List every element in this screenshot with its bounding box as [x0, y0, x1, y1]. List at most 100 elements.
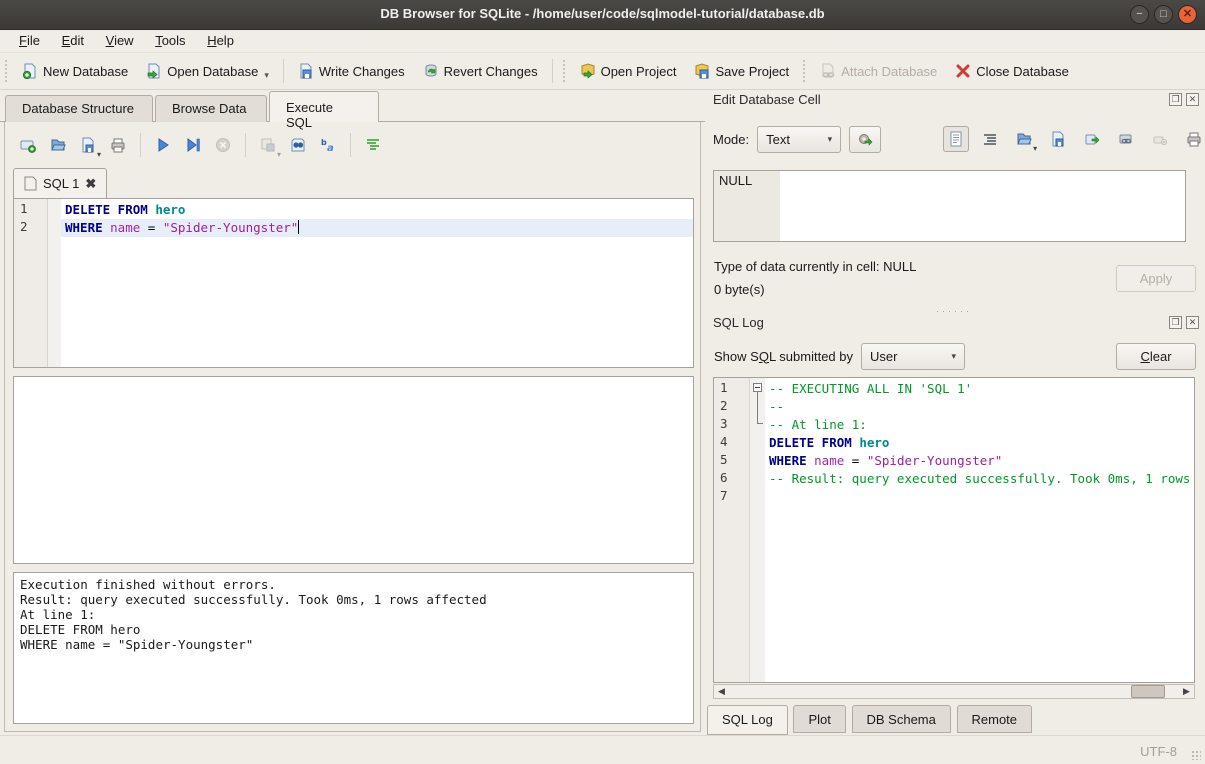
results-message-splitter[interactable]: ······ [13, 565, 694, 571]
close-icon[interactable]: ✕ [1186, 93, 1199, 106]
menu-help[interactable]: Help [198, 30, 243, 52]
toolbar-grip[interactable] [562, 59, 567, 83]
chevron-down-icon: ▾ [828, 134, 833, 145]
editor-code: DELETE FROM hero WHERE name = "Spider-Yo… [61, 199, 693, 367]
close-icon[interactable]: ✕ [1186, 316, 1199, 329]
tab-plot[interactable]: Plot [793, 705, 845, 733]
scroll-right-icon[interactable]: ▶ [1179, 685, 1194, 698]
cell-size-label: 0 byte(s) [714, 282, 765, 297]
main-tab-bar: Database Structure Browse Data Execute S… [0, 90, 705, 122]
menu-bar: File Edit View Tools Help [0, 30, 1205, 53]
save-project-icon [694, 63, 710, 79]
encoding-label: UTF-8 [1140, 744, 1177, 759]
new-sql-tab-button[interactable] [15, 132, 41, 158]
print-icon [1186, 131, 1202, 147]
tab-execute-sql[interactable]: Execute SQL [269, 91, 379, 122]
editor-line: DELETE FROM hero [61, 201, 693, 219]
menu-edit[interactable]: Edit [53, 30, 93, 52]
word-wrap-button[interactable] [360, 132, 386, 158]
close-sql-tab-icon[interactable]: ✖ [85, 176, 96, 192]
close-database-button[interactable]: Close Database [946, 58, 1078, 84]
float-icon[interactable]: ❐ [1169, 93, 1182, 106]
export-file-icon [1084, 131, 1100, 147]
cell-value-editor[interactable]: NULL [713, 170, 1186, 242]
dropdown-caret-icon: ▾ [97, 150, 101, 159]
save-project-button[interactable]: Save Project [685, 58, 798, 84]
sql-document-tab[interactable]: SQL 1 ✖ [13, 168, 107, 198]
main-toolbar: New Database Open Database ▾ Write Chang… [0, 53, 1205, 90]
minimize-icon[interactable]: − [1130, 5, 1149, 24]
tab-sql-log[interactable]: SQL Log [707, 705, 788, 735]
text-mode-button[interactable] [943, 126, 969, 152]
revert-changes-icon [423, 63, 439, 79]
fold-collapse-icon[interactable] [753, 383, 762, 392]
menu-view[interactable]: View [97, 30, 143, 52]
mode-select[interactable]: Text ▾ [757, 126, 841, 153]
scroll-left-icon[interactable]: ◀ [714, 685, 729, 698]
tab-browse-data[interactable]: Browse Data [155, 95, 267, 122]
close-icon[interactable]: ✕ [1178, 5, 1197, 24]
word-wrap-icon [365, 137, 381, 153]
write-changes-button[interactable]: Write Changes [289, 58, 414, 84]
auto-format-icon: b a [320, 137, 336, 153]
save-results-button: ▾ [255, 132, 281, 158]
title-bar[interactable]: DB Browser for SQLite - /home/user/code/… [0, 0, 1205, 30]
toolbar-grip[interactable] [4, 59, 9, 83]
stop-icon [215, 137, 231, 153]
filter-label: Show SQL submitted by [714, 349, 853, 364]
find-replace-icon [290, 137, 306, 153]
open-project-button[interactable]: Open Project [571, 58, 686, 84]
open-in-external-button[interactable] [1079, 126, 1105, 152]
apply-button: Apply [1116, 265, 1196, 292]
sql-document-icon [24, 176, 37, 191]
editor-current-line: WHERE name = "Spider-Youngster" [61, 219, 693, 237]
submitted-by-select[interactable]: User ▾ [861, 343, 965, 370]
sql-log-view[interactable]: 1 2 3 4 5 6 7 -- EXECUTING ALL IN 'SQL 1… [713, 377, 1195, 683]
new-database-button[interactable]: New Database [13, 58, 137, 84]
clear-log-button[interactable]: Clear [1116, 343, 1196, 370]
attach-database-icon [820, 63, 836, 79]
attach-database-button: Attach Database [811, 58, 946, 84]
window-title: DB Browser for SQLite - /home/user/code/… [0, 6, 1205, 21]
execute-all-icon [155, 137, 171, 153]
toolbar-grip[interactable] [802, 59, 807, 83]
scrollbar-track[interactable] [729, 685, 1179, 698]
execution-message: Execution finished without errors. Resul… [13, 572, 694, 724]
cell-word-wrap-button[interactable] [977, 126, 1003, 152]
copy-link-button[interactable] [1113, 126, 1139, 152]
export-cell-data-button[interactable] [1045, 126, 1071, 152]
apply-cell-button[interactable] [849, 126, 881, 153]
open-database-button[interactable]: Open Database ▾ [137, 58, 278, 84]
menu-tools[interactable]: Tools [146, 30, 194, 52]
editor-line-numbers: 1 2 [14, 199, 48, 367]
right-dock: Edit Database Cell ❐ ✕ Mode: Text ▾ [705, 90, 1205, 735]
open-sql-file-menu-button[interactable]: ▾ [75, 132, 101, 158]
print-sql-button[interactable] [105, 132, 131, 158]
menu-file[interactable]: File [10, 30, 49, 52]
maximize-icon[interactable]: □ [1154, 5, 1173, 24]
text-mode-icon [948, 131, 964, 147]
auto-format-button[interactable]: b a [315, 132, 341, 158]
editor-results-splitter[interactable]: ······ [13, 369, 694, 375]
open-database-dropdown-icon[interactable]: ▾ [264, 70, 269, 81]
dock-splitter[interactable]: ······ [713, 302, 1195, 308]
db-browser-window: DB Browser for SQLite - /home/user/code/… [0, 0, 1205, 764]
revert-changes-button[interactable]: Revert Changes [414, 58, 547, 84]
execute-line-button[interactable] [180, 132, 206, 158]
results-grid[interactable] [13, 376, 694, 564]
tab-database-structure[interactable]: Database Structure [5, 95, 153, 122]
resize-grip[interactable] [1191, 750, 1201, 760]
sql-editor[interactable]: 1 2 DELETE FROM hero WHERE name = "Spide… [13, 198, 694, 368]
print-cell-button[interactable] [1181, 126, 1205, 152]
scrollbar-thumb[interactable] [1131, 685, 1165, 698]
float-icon[interactable]: ❐ [1169, 316, 1182, 329]
execute-all-button[interactable] [150, 132, 176, 158]
find-replace-button[interactable] [285, 132, 311, 158]
tab-remote[interactable]: Remote [957, 705, 1033, 733]
cell-type-label: Type of data currently in cell: NULL [714, 259, 916, 274]
import-cell-data-button[interactable]: ▾ [1011, 126, 1037, 152]
tab-db-schema[interactable]: DB Schema [852, 705, 951, 733]
log-fold-margin[interactable] [750, 378, 765, 682]
log-horizontal-scrollbar[interactable]: ◀ ▶ [713, 684, 1195, 699]
open-sql-file-button[interactable] [45, 132, 71, 158]
